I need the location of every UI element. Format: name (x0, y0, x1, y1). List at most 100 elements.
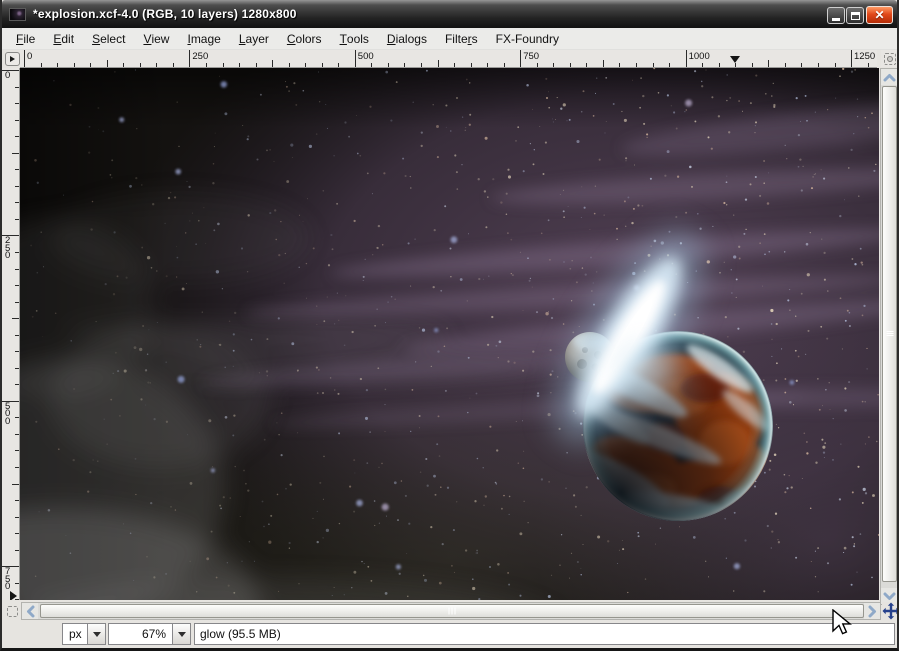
ruler-tick (90, 63, 92, 67)
ruler-tick (123, 63, 125, 67)
pointer-position-marker (10, 591, 17, 600)
ruler-tick (156, 63, 158, 67)
ruler-tick (272, 60, 274, 67)
ruler-tick (15, 202, 19, 204)
unit-value[interactable]: px (62, 623, 87, 645)
ruler-tick (73, 63, 75, 67)
minimize-button[interactable] (827, 7, 845, 24)
ruler-tick (487, 63, 489, 67)
menu-item-tools[interactable]: Tools (331, 28, 378, 49)
dropdown-arrow-icon (177, 631, 186, 637)
ruler-tick (784, 63, 786, 67)
ruler-tick (503, 63, 505, 67)
vertical-scrollbar[interactable] (880, 68, 897, 605)
ruler-tick (15, 450, 19, 452)
ruler-tick (15, 367, 19, 369)
scrollbar-grip (886, 331, 893, 337)
ruler-tick (751, 63, 753, 67)
ruler-tick (15, 169, 19, 171)
menu-item-filters[interactable]: Filte r s (436, 28, 487, 49)
menu-item-view[interactable]: View (134, 28, 178, 49)
ruler-label: 500 (5, 400, 11, 427)
close-button[interactable]: ✕ (866, 6, 893, 24)
ruler-tick (421, 63, 422, 67)
ruler-tick (15, 185, 19, 187)
ruler-tick (569, 63, 571, 67)
ruler-tick (15, 500, 19, 501)
zoom-dropdown-button[interactable] (172, 623, 191, 645)
zoom-follow-window-button[interactable] (881, 50, 897, 67)
ruler-tick (553, 63, 555, 67)
ruler-tick (15, 433, 19, 435)
ruler-tick (305, 63, 307, 67)
ruler-label: 0 (5, 70, 11, 81)
ruler-tick (15, 268, 19, 270)
ruler-tick (768, 60, 770, 67)
window-title: *explosion.xcf-4.0 (RGB, 10 layers) 1280… (33, 7, 297, 21)
ruler-tick (338, 63, 340, 67)
ruler-tick (288, 63, 290, 67)
maximize-icon (850, 11, 860, 20)
status-message: glow (95.5 MB) (194, 623, 895, 645)
vertical-ruler[interactable]: 0 250 500 750 (2, 68, 20, 600)
dashed-selection-icon (884, 52, 896, 65)
ruler-tick (817, 63, 819, 67)
ruler-tick (321, 63, 323, 67)
scroll-left-button[interactable] (22, 603, 38, 619)
ruler-label: 1250 (854, 51, 876, 62)
chevron-down-icon (883, 592, 896, 600)
scroll-right-button[interactable] (864, 603, 880, 619)
menu-item-colors[interactable]: Colors (278, 28, 331, 49)
menu-item-image[interactable]: Image (178, 28, 229, 49)
horizontal-scrollbar-thumb[interactable] (40, 604, 864, 618)
ruler-tick (57, 63, 59, 67)
zoom-value[interactable]: 67% (108, 623, 172, 645)
ruler-tick (255, 63, 257, 67)
ruler-tick (851, 50, 852, 67)
zoom-combobox[interactable]: 67% (108, 623, 191, 645)
vertical-scrollbar-thumb[interactable] (882, 86, 897, 582)
unit-dropdown-button[interactable] (87, 623, 106, 645)
chevron-left-icon (26, 605, 34, 617)
ruler-tick (15, 384, 19, 386)
menu-item-fx-foundry[interactable]: FX-Foundry (487, 28, 568, 49)
ruler-tick (106, 60, 108, 67)
navigation-button[interactable] (882, 602, 897, 620)
ruler-tick (15, 582, 19, 584)
ruler-tick (15, 103, 19, 105)
horizontal-ruler[interactable]: 0 250 500 750 1000 1250 (20, 50, 877, 68)
ruler-tick (735, 63, 737, 67)
image-canvas[interactable] (20, 68, 879, 600)
ruler-tick (685, 50, 687, 67)
maximize-button[interactable] (846, 7, 864, 24)
menu-item-file[interactable]: File (7, 28, 44, 49)
ruler-tick (15, 417, 19, 419)
titlebar[interactable]: *explosion.xcf-4.0 (RGB, 10 layers) 1280… (2, 0, 897, 28)
menu-item-edit[interactable]: Edit (44, 28, 83, 49)
unit-combobox[interactable]: px (62, 623, 106, 645)
menu-item-layer[interactable]: Layer (230, 28, 278, 49)
ruler-tick (652, 63, 654, 67)
ruler-tick (12, 483, 19, 485)
minimize-icon (832, 18, 840, 21)
ruler-tick (801, 63, 803, 67)
menu-item-dialogs[interactable]: Dialogs (378, 28, 436, 49)
ruler-tick (15, 351, 19, 353)
chevron-right-icon (868, 605, 876, 617)
image-menu-button[interactable] (5, 52, 20, 66)
menu-item-select[interactable]: Select (83, 28, 134, 49)
scroll-up-button[interactable] (881, 69, 897, 85)
space-artwork (20, 68, 879, 600)
ruler-tick (602, 60, 604, 67)
ruler-tick (222, 63, 224, 67)
ruler-tick (24, 50, 25, 67)
dropdown-arrow-icon (92, 631, 101, 637)
horizontal-scrollbar[interactable] (21, 602, 881, 620)
quick-mask-toggle[interactable] (4, 603, 20, 619)
window-thumbnail-icon (9, 7, 26, 21)
ruler-tick (867, 63, 869, 67)
ruler-label: 1000 (688, 51, 710, 62)
chevron-up-icon (883, 73, 896, 81)
ruler-label: 250 (192, 51, 209, 62)
statusbar: px 67% glow (95.5 MB) (2, 620, 897, 648)
